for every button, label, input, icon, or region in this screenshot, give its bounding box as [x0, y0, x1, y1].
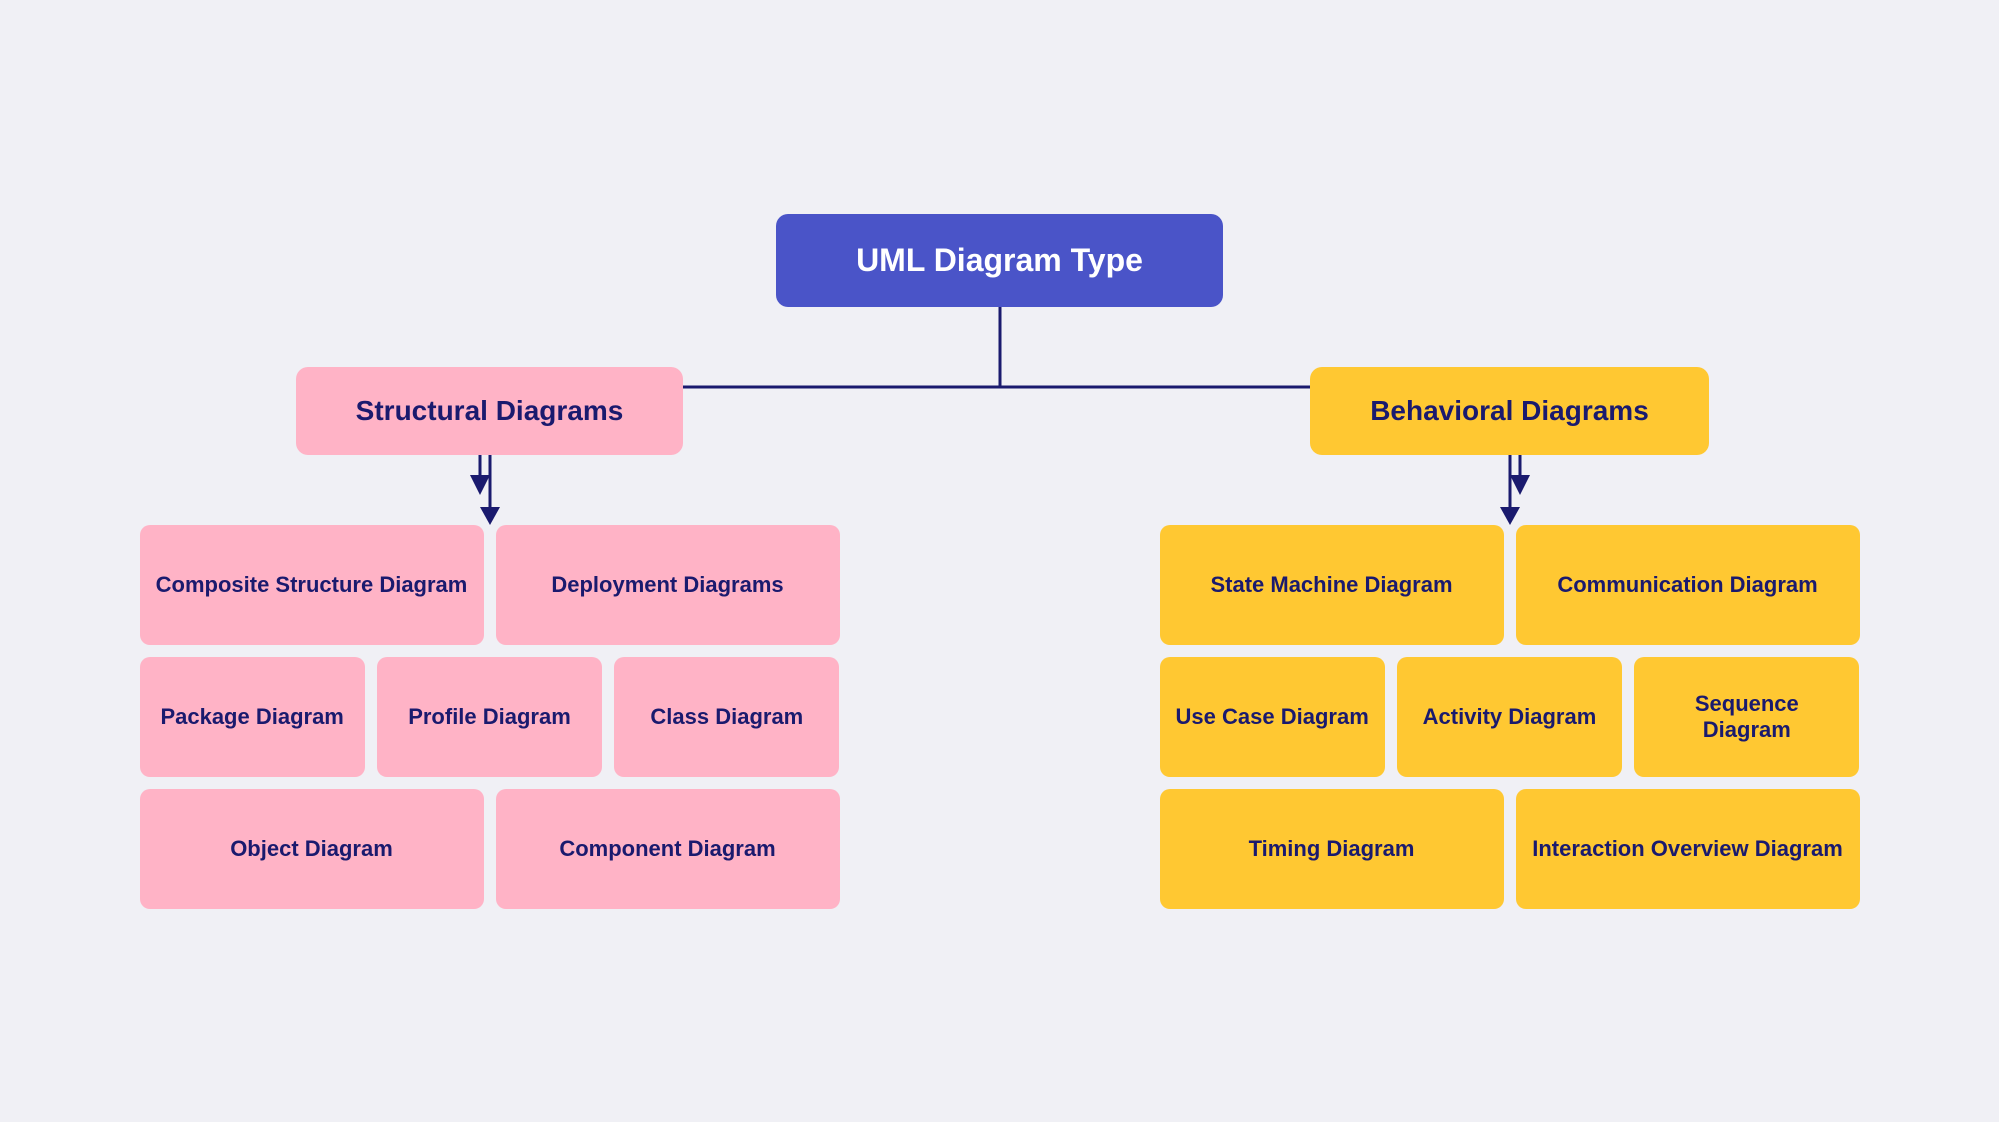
- structural-branch: Structural Diagrams Composite Structure …: [140, 367, 840, 909]
- structural-item-component: Component Diagram: [496, 789, 840, 909]
- structural-item-composite: Composite Structure Diagram: [140, 525, 484, 645]
- behavioral-item-statemachine: State Machine Diagram: [1160, 525, 1504, 645]
- behavioral-node: Behavioral Diagrams: [1310, 367, 1709, 455]
- diagram-container: UML Diagram Type Structural Diagrams: [100, 214, 1900, 909]
- behavioral-item-timing: Timing Diagram: [1160, 789, 1504, 909]
- root-label: UML Diagram Type: [856, 242, 1143, 278]
- behavioral-arrow: [1495, 455, 1525, 525]
- behavioral-item-communication: Communication Diagram: [1516, 525, 1860, 645]
- behavioral-item-usecase: Use Case Diagram: [1160, 657, 1385, 777]
- root-node: UML Diagram Type: [776, 214, 1223, 307]
- structural-item-package: Package Diagram: [140, 657, 365, 777]
- behavioral-item-interaction: Interaction Overview Diagram: [1516, 789, 1860, 909]
- structural-arrow: [475, 455, 505, 525]
- behavioral-item-activity: Activity Diagram: [1397, 657, 1622, 777]
- structural-label: Structural Diagrams: [356, 395, 624, 426]
- structural-item-deployment: Deployment Diagrams: [496, 525, 840, 645]
- structural-item-profile: Profile Diagram: [377, 657, 602, 777]
- behavioral-label: Behavioral Diagrams: [1370, 395, 1649, 426]
- structural-item-class: Class Diagram: [614, 657, 839, 777]
- structural-node: Structural Diagrams: [296, 367, 684, 455]
- structural-item-object: Object Diagram: [140, 789, 484, 909]
- behavioral-branch: Behavioral Diagrams State Machine Diagra…: [1160, 367, 1860, 909]
- behavioral-item-sequence: Sequence Diagram: [1634, 657, 1859, 777]
